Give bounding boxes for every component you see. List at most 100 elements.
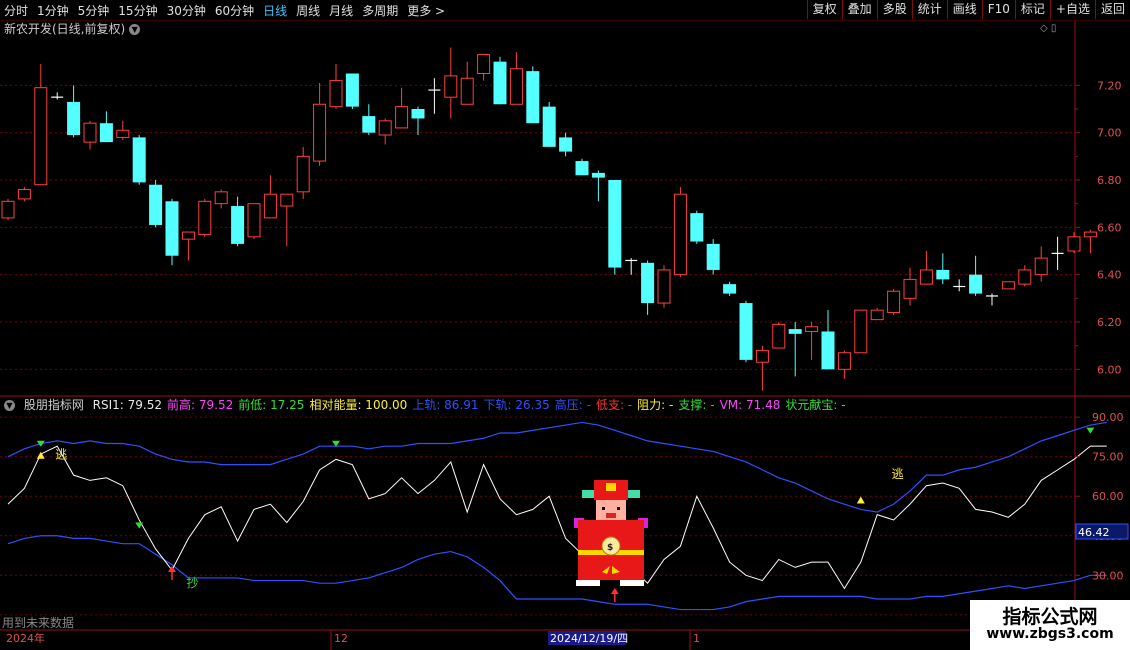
candle-body: [1018, 269, 1032, 285]
candle-body: [345, 73, 359, 107]
candle-body: [444, 75, 458, 98]
candle-23: [378, 118, 392, 145]
candle-body: [788, 329, 802, 334]
candle-13: [214, 189, 228, 209]
price-label: 6.40: [1097, 269, 1122, 282]
candle-1: [17, 187, 31, 202]
candle-65: [1067, 232, 1081, 254]
price-label: 6.20: [1097, 316, 1122, 329]
time-label-month: 1: [693, 632, 700, 645]
candle-0: [1, 198, 15, 221]
legend-collapse-icon[interactable]: ▼: [4, 400, 15, 411]
candle-32: [526, 66, 540, 124]
legend-item-11: 状元献宝: -: [785, 398, 846, 412]
candle-15: [247, 203, 261, 240]
buy-signal-label: 抄: [186, 576, 198, 590]
candle-16: [263, 175, 277, 219]
candle-64: [1051, 236, 1064, 270]
legend-item-9: 支撑: -: [678, 398, 715, 412]
candle-body: [919, 269, 933, 285]
candle-body: [247, 203, 261, 238]
candle-body: [509, 68, 523, 105]
candle-2: [34, 64, 48, 186]
watermark-url: www.zbgs3.com: [986, 626, 1114, 642]
candle-49: [805, 322, 819, 360]
candle-9: [149, 180, 163, 228]
candle-61: [1001, 281, 1015, 290]
rsi-line: [7, 445, 1107, 590]
legend-item-6: 高压: -: [554, 398, 591, 412]
buy-arrow-icon-head: [610, 588, 619, 594]
upper-band-line: [7, 421, 1107, 513]
candle-27: [444, 47, 458, 119]
candle-body: [83, 122, 97, 143]
candle-body: [116, 129, 130, 138]
legend-item-4: 上轨: 86.91: [412, 398, 479, 412]
watermark: 指标公式网 www.zbgs3.com: [970, 600, 1130, 650]
candle-4: [67, 85, 81, 138]
money-bag-symbol: $: [607, 543, 613, 553]
candle-10: [165, 198, 179, 266]
candle-body: [526, 71, 540, 124]
candle-50: [821, 310, 835, 370]
candle-62: [1018, 265, 1032, 287]
grid-lines: [0, 21, 1130, 631]
watermark-title: 指标公式网: [1002, 606, 1098, 628]
candle-22: [362, 104, 376, 136]
candle-42: [690, 210, 704, 244]
candle-51: [837, 350, 851, 379]
price-axis: 7.20 7.00 6.80 6.60 6.40 6.20 6.00: [1075, 79, 1122, 376]
signal-up-icon: [856, 496, 865, 504]
price-label: 6.60: [1097, 221, 1122, 234]
candle-18: [296, 146, 310, 199]
candle-52: [854, 309, 868, 354]
candle-body: [608, 180, 622, 268]
candle-body: [673, 193, 687, 276]
candle-60: [986, 293, 998, 306]
legend-item-2: 前低: 17.25: [238, 398, 305, 412]
candle-43: [706, 239, 720, 275]
indicator-label: 60.00: [1092, 490, 1124, 503]
candle-body: [887, 290, 901, 314]
candle-body: [575, 161, 589, 176]
candle-7: [116, 120, 130, 140]
signal-down-icon: [1086, 427, 1095, 434]
indicator-name[interactable]: 股朋指标网: [24, 398, 84, 412]
candle-36: [591, 170, 605, 202]
price-label: 6.80: [1097, 174, 1122, 187]
candle-19: [313, 82, 327, 166]
candle-body: [181, 231, 195, 240]
legend-item-0: RSI1: 79.52: [92, 398, 163, 412]
mascot-eye: [602, 507, 605, 510]
candle-63: [1034, 246, 1048, 282]
candle-25: [411, 106, 425, 136]
candle-body: [903, 278, 917, 299]
candle-body: [854, 309, 868, 354]
indicator-label: 30.00: [1092, 569, 1124, 582]
candle-17: [280, 193, 294, 247]
candle-body: [231, 206, 245, 244]
candle-45: [739, 300, 753, 363]
candle-29: [477, 54, 491, 81]
candle-12: [198, 198, 212, 237]
candle-body: [149, 184, 163, 225]
candle-body: [67, 101, 81, 136]
candle-body: [837, 352, 851, 370]
candle-53: [870, 307, 884, 321]
candle-body: [1067, 236, 1081, 252]
legend-item-1: 前高: 79.52: [167, 398, 234, 412]
candle-48: [788, 322, 802, 377]
candle-56: [919, 251, 933, 285]
candle-body: [772, 323, 786, 349]
mascot-eye: [617, 507, 620, 510]
candle-body: [477, 54, 491, 74]
candle-21: [345, 73, 359, 109]
candle-30: [493, 56, 507, 105]
chart-canvas[interactable]: 7.207.006.806.606.406.206.00 逃逃抄 90.0075…: [0, 0, 1130, 650]
time-label-month: 12: [334, 632, 348, 645]
current-value-label: 46.42: [1078, 526, 1110, 539]
candle-body: [870, 309, 884, 321]
candle-14: [231, 196, 245, 247]
cursor-date-label: 2024/12/19/四: [550, 632, 628, 645]
time-axis: 2024年 12 2024/12/19/四 1: [6, 630, 700, 650]
